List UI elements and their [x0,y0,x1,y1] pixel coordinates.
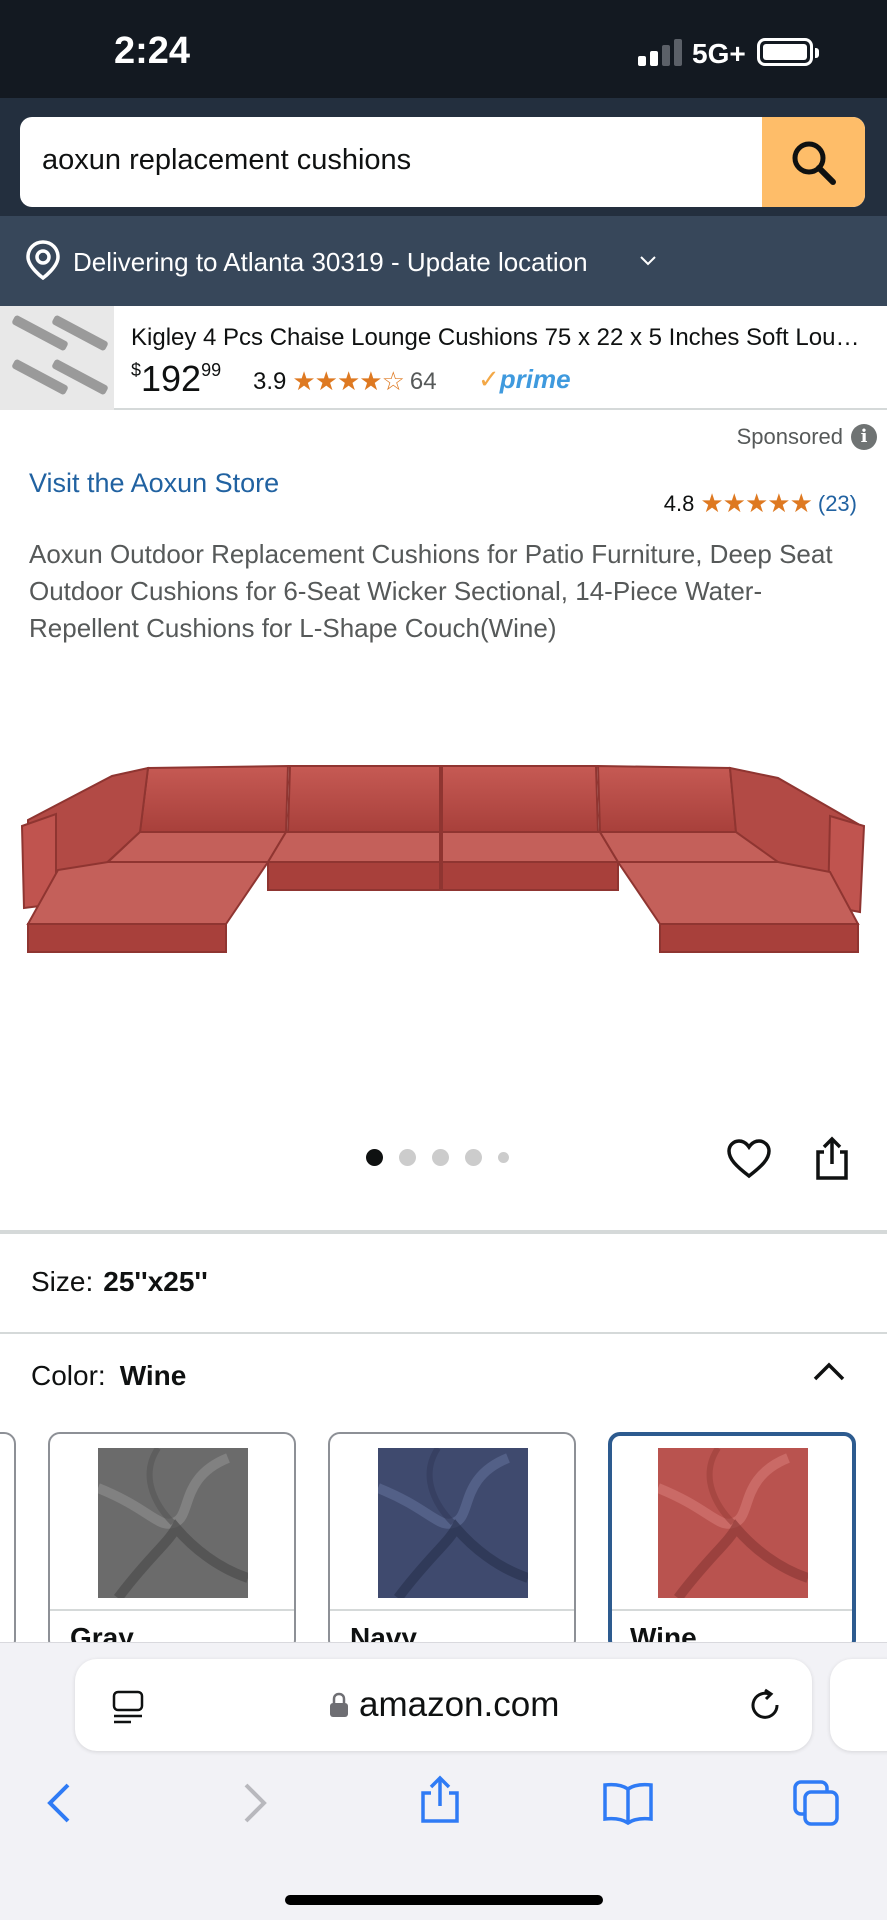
search-query-text[interactable]: aoxun replacement cushions [42,144,411,177]
tabs-icon[interactable] [792,1779,840,1827]
carousel-indicator[interactable] [366,1149,509,1166]
location-pin-icon [26,240,60,280]
sponsored-product-strip[interactable]: Kigley 4 Pcs Chaise Lounge Cushions 75 x… [0,306,887,410]
share-icon[interactable] [812,1136,852,1182]
search-input[interactable]: aoxun replacement cushions [20,117,865,207]
sponsored-product-thumbnail[interactable] [0,306,114,410]
color-swatch-wine[interactable]: Wine [608,1432,856,1652]
color-value: Wine [119,1360,187,1391]
reload-icon[interactable] [747,1687,783,1723]
product-image-sectional-cushions[interactable] [18,740,868,970]
search-icon [792,141,836,185]
size-label: Size: [31,1266,94,1297]
fabric-swatch-image [378,1448,528,1598]
chevron-up-icon[interactable] [812,1360,846,1382]
back-icon[interactable] [44,1781,74,1825]
url-domain[interactable]: amazon.com [359,1685,559,1725]
sponsored-product-price: $19299 [131,358,222,399]
signal-icon [638,38,684,66]
fabric-swatch-image [98,1448,248,1598]
color-swatch-gray[interactable]: Gray [48,1432,296,1652]
battery-icon [757,38,819,66]
star-rating-icon: ★★★★☆ [292,366,405,396]
color-swatch-partial[interactable] [0,1432,16,1652]
review-count-link[interactable]: (23) [818,491,857,517]
section-divider [0,1332,887,1334]
search-header: aoxun replacement cushions [0,98,887,216]
product-rating[interactable]: 4.8 ★★★★★ (23) [664,488,857,519]
carousel-dot[interactable] [498,1152,509,1163]
heart-icon[interactable] [726,1138,772,1180]
fabric-swatch-image [658,1448,808,1598]
home-indicator [285,1895,603,1905]
reader-mode-icon[interactable] [111,1689,145,1725]
color-label: Color: [31,1360,106,1391]
carousel-dot[interactable] [366,1149,383,1166]
delivery-text: Delivering to Atlanta 30319 - Update loc… [73,247,588,277]
forward-icon[interactable] [240,1781,270,1825]
bookmarks-icon[interactable] [602,1781,654,1825]
carousel-dot[interactable] [465,1149,482,1166]
network-label: 5G+ [692,38,746,69]
chevron-down-icon [640,256,656,266]
status-bar: 2:24 5G+ [0,0,887,98]
carousel-dot[interactable] [432,1149,449,1166]
sponsored-product-rating: 3.9 ★★★★☆ 64 [253,366,437,396]
sponsored-label[interactable]: Sponsored i [737,424,877,450]
next-tab-preview[interactable] [830,1659,887,1751]
browser-toolbar: amazon.com [0,1642,887,1920]
delivery-location-bar[interactable]: Delivering to Atlanta 30319 - Update loc… [0,216,887,306]
size-selector[interactable]: Size: 25''x25'' [31,1266,208,1298]
color-swatch-navy[interactable]: Navy [328,1432,576,1652]
carousel-dot[interactable] [399,1149,416,1166]
sponsored-product-title[interactable]: Kigley 4 Pcs Chaise Lounge Cushions 75 x… [131,324,871,352]
address-bar[interactable]: amazon.com [75,1659,812,1751]
info-icon[interactable]: i [851,424,877,450]
product-title: Aoxun Outdoor Replacement Cushions for P… [29,539,833,643]
lock-icon [330,1692,348,1717]
color-selector: Color: Wine [31,1360,186,1392]
size-value: 25''x25'' [103,1266,208,1297]
search-button[interactable] [762,117,865,207]
section-divider [0,1230,887,1234]
status-time: 2:24 [114,30,191,72]
visit-store-link[interactable]: Visit the Aoxun Store [29,468,279,499]
share-icon[interactable] [418,1775,462,1825]
star-rating-icon: ★★★★★ [700,488,813,518]
prime-badge: ✓prime [478,364,571,394]
